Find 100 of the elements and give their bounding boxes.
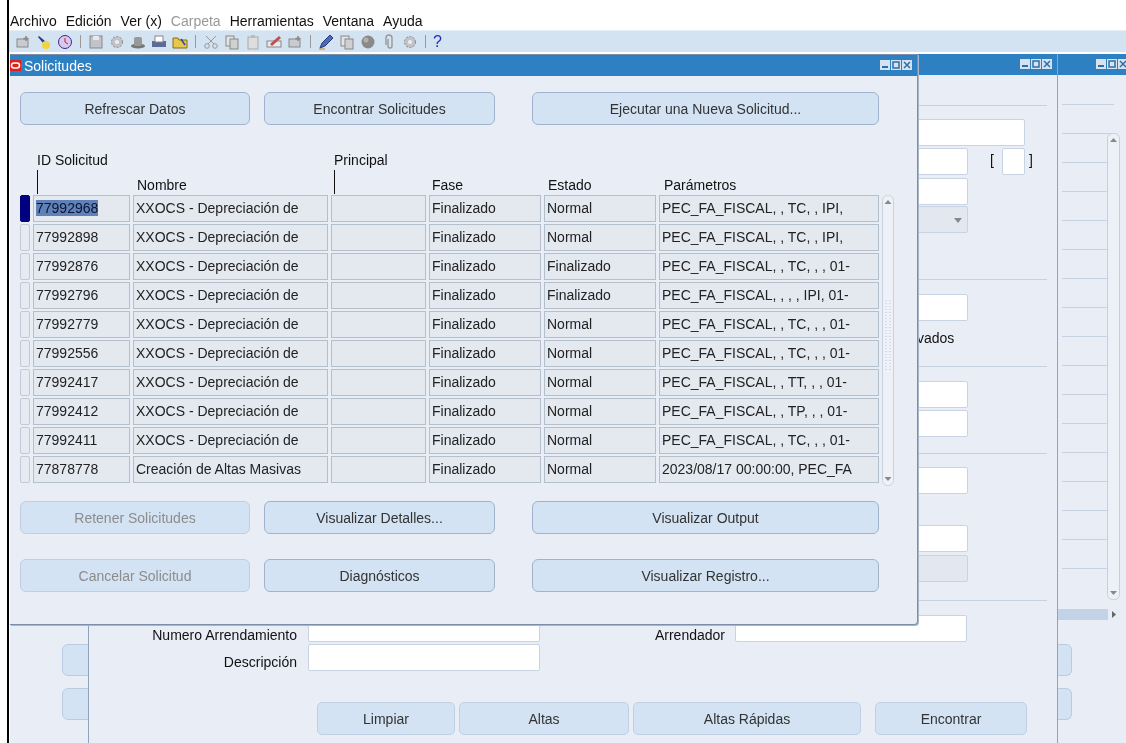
- minimize-icon[interactable]: [880, 60, 890, 70]
- table-cell[interactable]: PEC_FA_FISCAL, , TC, , , 01-: [659, 253, 879, 280]
- form-button[interactable]: Encontrar: [875, 702, 1027, 735]
- table-cell[interactable]: PEC_FA_FISCAL, , TP, , , 01-: [659, 398, 879, 425]
- table-cell[interactable]: 77992796: [33, 282, 130, 309]
- table-cell[interactable]: Creación de Altas Masivas: [133, 456, 328, 483]
- table-cell[interactable]: XXOCS - Depreciación de: [133, 340, 328, 367]
- table-cell[interactable]: Normal: [544, 195, 656, 222]
- close-icon[interactable]: [902, 60, 912, 70]
- table-cell[interactable]: [331, 224, 426, 251]
- menu-item[interactable]: Ayuda: [383, 13, 423, 29]
- table-cell[interactable]: 77878778: [33, 456, 130, 483]
- table-cell[interactable]: Finalizado: [544, 282, 656, 309]
- button-edge[interactable]: [1058, 644, 1072, 676]
- table-cell[interactable]: 77992411: [33, 427, 130, 454]
- table-cell[interactable]: Normal: [544, 427, 656, 454]
- close-icon[interactable]: [1042, 59, 1052, 69]
- paste-icon[interactable]: [245, 33, 261, 50]
- table-cell[interactable]: PEC_FA_FISCAL, , TC, , IPI,: [659, 195, 879, 222]
- scrollbar[interactable]: [1058, 609, 1120, 620]
- pencil-icon[interactable]: [318, 33, 334, 50]
- table-cell[interactable]: XXOCS - Depreciación de: [133, 195, 328, 222]
- form-button[interactable]: Altas: [459, 702, 629, 735]
- table-cell[interactable]: Finalizado: [429, 282, 541, 309]
- table-cell[interactable]: PEC_FA_FISCAL, , TC, , , 01-: [659, 311, 879, 338]
- table-cell[interactable]: XXOCS - Depreciación de: [133, 224, 328, 251]
- table-cell[interactable]: XXOCS - Depreciación de: [133, 311, 328, 338]
- table-cell[interactable]: [331, 340, 426, 367]
- table-cell[interactable]: Normal: [544, 224, 656, 251]
- table-cell[interactable]: [331, 311, 426, 338]
- minimize-icon[interactable]: [1096, 59, 1106, 69]
- table-cell[interactable]: Finalizado: [429, 369, 541, 396]
- table-cell[interactable]: Finalizado: [544, 253, 656, 280]
- action-button[interactable]: Visualizar Detalles...: [264, 501, 495, 534]
- row-indicator[interactable]: [20, 195, 30, 222]
- table-cell[interactable]: 77992876: [33, 253, 130, 280]
- table-cell[interactable]: [331, 195, 426, 222]
- action-button[interactable]: Diagnósticos: [264, 559, 495, 592]
- table-cell[interactable]: [331, 282, 426, 309]
- table-cell[interactable]: PEC_FA_FISCAL, , , , IPI, 01-: [659, 282, 879, 309]
- table-cell[interactable]: Normal: [544, 369, 656, 396]
- gear-icon[interactable]: [109, 33, 125, 50]
- scrollbar[interactable]: [1107, 133, 1120, 600]
- action-button[interactable]: Visualizar Registro...: [532, 559, 879, 592]
- table-cell[interactable]: 77992898: [33, 224, 130, 251]
- globe-icon[interactable]: [360, 33, 376, 50]
- table-cell[interactable]: [331, 427, 426, 454]
- printer-icon[interactable]: [151, 33, 167, 50]
- table-cell[interactable]: 77992779: [33, 311, 130, 338]
- scrollbar[interactable]: [882, 195, 894, 486]
- table-cell[interactable]: PEC_FA_FISCAL, , TC, , IPI,: [659, 224, 879, 251]
- form-button[interactable]: Limpiar: [317, 702, 455, 735]
- windows-icon[interactable]: [339, 33, 355, 50]
- action-button[interactable]: Encontrar Solicitudes: [264, 92, 495, 125]
- table-cell[interactable]: [331, 369, 426, 396]
- action-button[interactable]: Visualizar Output: [532, 501, 879, 534]
- input-field[interactable]: [308, 644, 540, 671]
- minimize-icon[interactable]: [1020, 59, 1030, 69]
- menu-item[interactable]: Edición: [65, 13, 112, 29]
- table-cell[interactable]: XXOCS - Depreciación de: [133, 253, 328, 280]
- gear-icon[interactable]: [402, 33, 418, 50]
- maximize-icon[interactable]: [891, 60, 901, 70]
- table-cell[interactable]: PEC_FA_FISCAL, , TC, , , 01-: [659, 427, 879, 454]
- table-cell[interactable]: Finalizado: [429, 427, 541, 454]
- maximize-icon[interactable]: [1107, 59, 1117, 69]
- close-icon[interactable]: [1118, 59, 1126, 69]
- table-cell[interactable]: 77992417: [33, 369, 130, 396]
- menu-item[interactable]: Archivo: [10, 13, 57, 29]
- new-record-icon[interactable]: [15, 33, 31, 50]
- table-cell[interactable]: 77992968: [33, 195, 130, 222]
- action-button[interactable]: Refrescar Datos: [20, 92, 250, 125]
- table-cell[interactable]: XXOCS - Depreciación de: [133, 398, 328, 425]
- table-cell[interactable]: PEC_FA_FISCAL, , TT, , , 01-: [659, 369, 879, 396]
- table-cell[interactable]: Finalizado: [429, 456, 541, 483]
- menu-item[interactable]: Herramientas: [229, 13, 314, 29]
- table-cell[interactable]: XXOCS - Depreciación de: [133, 282, 328, 309]
- table-cell[interactable]: [331, 456, 426, 483]
- form-button[interactable]: Altas Rápidas: [633, 702, 861, 735]
- table-cell[interactable]: Normal: [544, 398, 656, 425]
- flashlight-icon[interactable]: [36, 33, 52, 50]
- table-cell[interactable]: Finalizado: [429, 195, 541, 222]
- copy-icon[interactable]: [224, 33, 240, 50]
- eraser-icon[interactable]: [266, 33, 282, 50]
- table-cell[interactable]: XXOCS - Depreciación de: [133, 427, 328, 454]
- scissors-icon[interactable]: [203, 33, 219, 50]
- table-cell[interactable]: Finalizado: [429, 224, 541, 251]
- table-cell[interactable]: Finalizado: [429, 253, 541, 280]
- table-cell[interactable]: Finalizado: [429, 340, 541, 367]
- clock-icon[interactable]: [57, 33, 73, 50]
- input-field[interactable]: [1002, 148, 1025, 175]
- button-edge[interactable]: [1058, 688, 1072, 720]
- action-button[interactable]: Ejecutar una Nueva Solicitud...: [532, 92, 879, 125]
- table-cell[interactable]: 77992412: [33, 398, 130, 425]
- table-cell[interactable]: [331, 253, 426, 280]
- table-cell[interactable]: 2023/08/17 00:00:00, PEC_FA: [659, 456, 879, 483]
- table-cell[interactable]: Normal: [544, 456, 656, 483]
- table-cell[interactable]: Normal: [544, 311, 656, 338]
- table-cell[interactable]: XXOCS - Depreciación de: [133, 369, 328, 396]
- table-cell[interactable]: Normal: [544, 340, 656, 367]
- maximize-icon[interactable]: [1031, 59, 1041, 69]
